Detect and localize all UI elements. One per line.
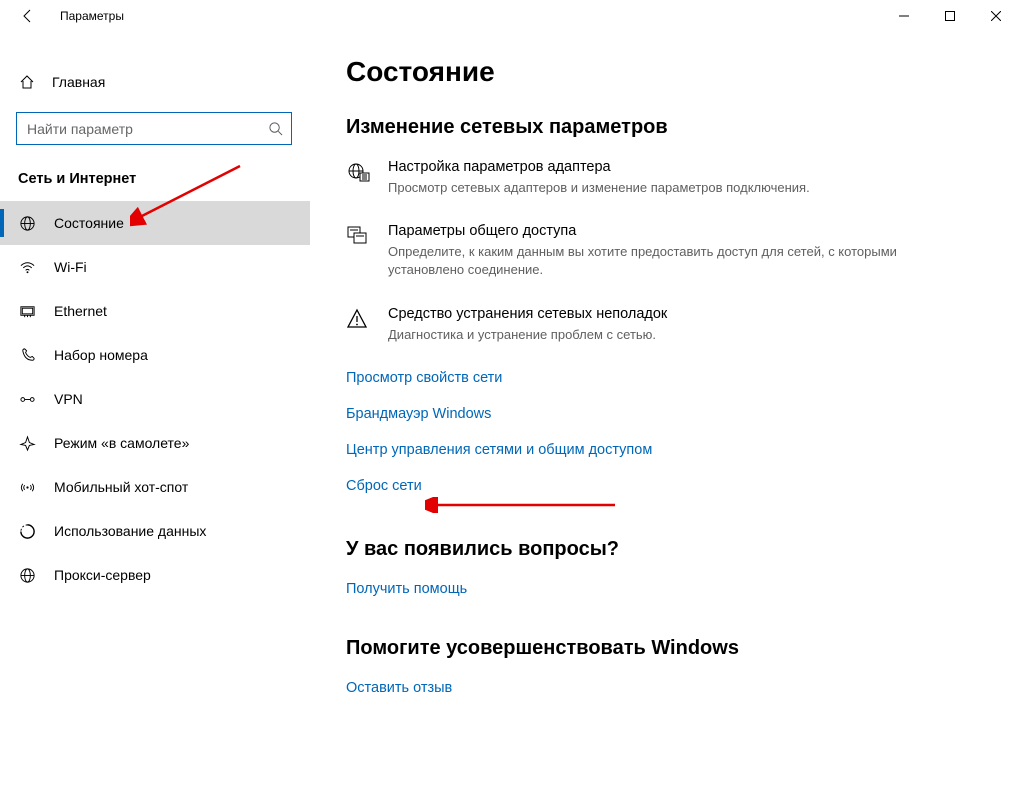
sidebar-item-data-usage[interactable]: Использование данных [0, 509, 310, 553]
sidebar-item-dialup[interactable]: Набор номера [0, 333, 310, 377]
setting-row-desc: Просмотр сетевых адаптеров и изменение п… [388, 179, 810, 197]
sidebar-item-label: Набор номера [54, 347, 148, 363]
sidebar-item-status[interactable]: Состояние [0, 201, 310, 245]
dialup-icon [18, 347, 36, 364]
setting-adapter-options[interactable]: Настройка параметров адаптера Просмотр с… [346, 159, 946, 197]
vpn-icon [18, 391, 36, 408]
troubleshoot-icon [346, 306, 370, 344]
link-network-properties[interactable]: Просмотр свойств сети [346, 370, 979, 386]
link-windows-firewall[interactable]: Брандмауэр Windows [346, 406, 979, 422]
sidebar-item-label: Состояние [54, 215, 124, 231]
page-title: Состояние [346, 56, 979, 88]
window-title: Параметры [60, 9, 124, 23]
sidebar: Главная Сеть и Интернет Состояние Wi-Fi [0, 32, 310, 799]
maximize-button[interactable] [927, 0, 973, 32]
setting-row-desc: Диагностика и устранение проблем с сетью… [388, 326, 667, 344]
setting-row-title: Настройка параметров адаптера [388, 159, 810, 175]
back-button[interactable] [8, 0, 48, 32]
sidebar-item-ethernet[interactable]: Ethernet [0, 289, 310, 333]
sidebar-item-wifi[interactable]: Wi-Fi [0, 245, 310, 289]
setting-row-title: Параметры общего доступа [388, 223, 946, 239]
proxy-icon [18, 567, 36, 584]
sidebar-item-vpn[interactable]: VPN [0, 377, 310, 421]
feedback-heading: Помогите усовершенствовать Windows [346, 637, 979, 660]
setting-row-title: Средство устранения сетевых неполадок [388, 306, 667, 322]
home-icon [18, 74, 36, 90]
search-icon [268, 121, 283, 136]
sidebar-item-label: Ethernet [54, 303, 107, 319]
sidebar-item-proxy[interactable]: Прокси-сервер [0, 553, 310, 597]
link-leave-feedback[interactable]: Оставить отзыв [346, 680, 979, 696]
link-get-help[interactable]: Получить помощь [346, 581, 979, 597]
close-button[interactable] [973, 0, 1019, 32]
sidebar-item-label: Режим «в самолете» [54, 435, 189, 451]
search-input[interactable] [27, 121, 268, 137]
sidebar-item-label: Использование данных [54, 523, 206, 539]
wifi-icon [18, 259, 36, 276]
sidebar-section-title: Сеть и Интернет [0, 163, 310, 201]
subheading-change-settings: Изменение сетевых параметров [346, 116, 979, 139]
status-icon [18, 215, 36, 232]
setting-troubleshoot[interactable]: Средство устранения сетевых неполадок Ди… [346, 306, 946, 344]
sidebar-item-label: Wi-Fi [54, 259, 87, 275]
link-network-center[interactable]: Центр управления сетями и общим доступом [346, 442, 979, 458]
sidebar-item-airplane[interactable]: Режим «в самолете» [0, 421, 310, 465]
home-label: Главная [52, 74, 105, 90]
sidebar-item-label: Прокси-сервер [54, 567, 151, 583]
data-usage-icon [18, 523, 36, 540]
sidebar-item-label: VPN [54, 391, 83, 407]
ethernet-icon [18, 303, 36, 320]
setting-sharing-options[interactable]: Параметры общего доступа Определите, к к… [346, 223, 946, 279]
sidebar-item-hotspot[interactable]: Мобильный хот-спот [0, 465, 310, 509]
search-box[interactable] [16, 112, 292, 145]
sidebar-item-label: Мобильный хот-спот [54, 479, 188, 495]
minimize-button[interactable] [881, 0, 927, 32]
link-network-reset[interactable]: Сброс сети [346, 478, 979, 494]
questions-heading: У вас появились вопросы? [346, 538, 979, 561]
setting-row-desc: Определите, к каким данным вы хотите пре… [388, 243, 946, 279]
titlebar: Параметры [0, 0, 1019, 32]
airplane-icon [18, 435, 36, 452]
hotspot-icon [18, 479, 36, 496]
home-button[interactable]: Главная [0, 62, 310, 102]
window-controls [881, 0, 1019, 32]
adapter-icon [346, 159, 370, 197]
sharing-icon [346, 223, 370, 279]
content-area: Состояние Изменение сетевых параметров Н… [310, 32, 1019, 799]
